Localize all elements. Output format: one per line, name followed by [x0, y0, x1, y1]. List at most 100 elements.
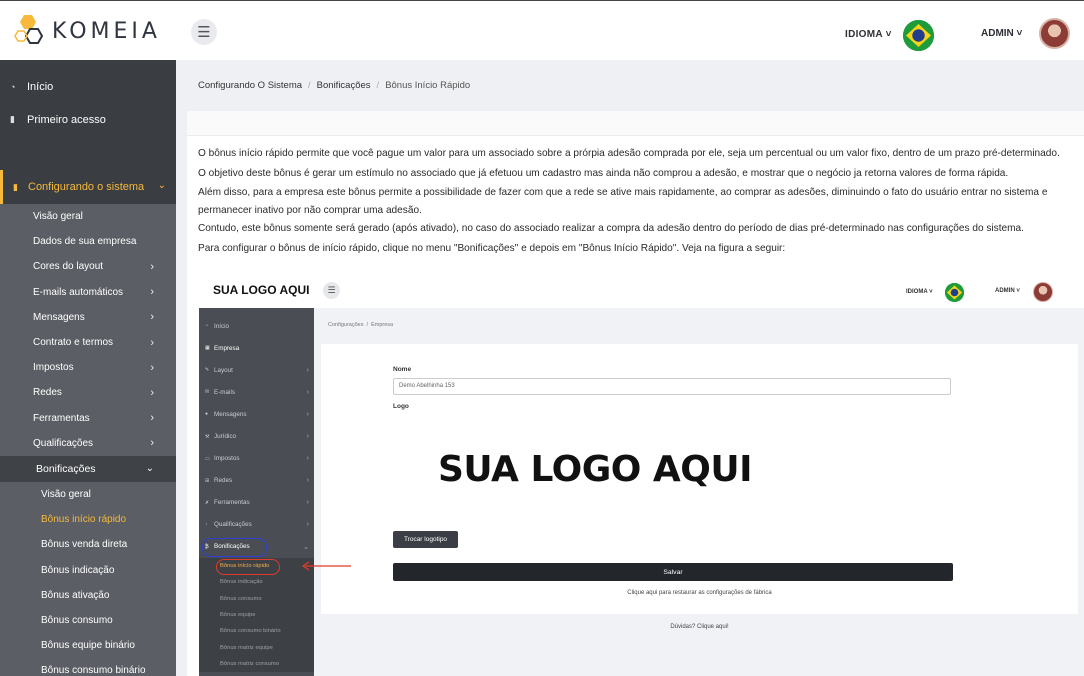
- hamburger-icon: ☰: [197, 24, 211, 41]
- sidebar-subitem-label: Qualificações: [33, 437, 94, 449]
- figure-sidebar-label: Jurídico: [214, 433, 237, 441]
- sidebar-subitem[interactable]: Redes ›: [0, 380, 176, 405]
- figure-company-form: Nome Demo Abelhinha 153 Logo SUA LOGO AQ…: [321, 344, 1078, 614]
- breadcrumb: Configurando O Sistema / Bonificações / …: [198, 80, 470, 91]
- breadcrumb-item[interactable]: Bonificações: [317, 80, 371, 91]
- chevron-right-icon: ›: [150, 437, 154, 450]
- sidebar-subitem[interactable]: Mensagens ›: [0, 305, 176, 330]
- hexagon-logo-icon: [14, 13, 48, 49]
- figure-nome-label: Nome: [393, 366, 412, 373]
- sidebar-item-primeiro-acesso[interactable]: ▮ Primeiro acesso: [0, 103, 176, 136]
- avatar[interactable]: [1039, 18, 1070, 49]
- sidebar-subitem-label: Dados de sua empresa: [33, 236, 137, 248]
- sidebar-subitem-label: Ferramentas: [33, 412, 90, 424]
- sidebar-subitem[interactable]: Bônus consumo binário: [0, 658, 176, 676]
- chevron-right-icon: ›: [150, 286, 154, 299]
- figure-breadcrumb: Configurações / Empresa: [328, 322, 394, 328]
- sidebar-subitem[interactable]: Dados de sua empresa: [0, 229, 176, 254]
- breadcrumb-separator: /: [308, 80, 311, 91]
- chevron-icon: ›: [306, 410, 309, 418]
- figure-sidebar-label: Redes: [214, 477, 233, 485]
- figure-avatar: [1033, 282, 1053, 302]
- sidebar-subitem-label: Contrato e termos: [33, 337, 114, 349]
- sidebar-bonificacoes-children: Visão geral Bônus início rápido Bônus vend…: [0, 482, 176, 676]
- sidebar-submenu: Visão geral Dados de sua empresa Cores do …: [0, 204, 176, 456]
- sidebar-subitem[interactable]: Ferramentas ›: [0, 406, 176, 431]
- chevron-right-icon: ›: [150, 412, 154, 425]
- menu-toggle-button[interactable]: ☰: [191, 19, 217, 45]
- book-icon: ▮: [13, 181, 18, 192]
- brush-icon: ✎: [205, 367, 210, 374]
- sidebar-subitem[interactable]: Contrato e termos ›: [0, 330, 176, 355]
- figure-sidebar-subitem: Bônus consumo: [220, 595, 262, 602]
- network-icon: ⊞: [205, 477, 210, 484]
- sidebar-item-bonificacoes[interactable]: Bonificações ⌄: [0, 455, 176, 482]
- figure-sidebar-item: ⚒ Jurídico ›: [199, 425, 314, 447]
- figure-sidebar-item: ◔ Início: [199, 315, 314, 337]
- chevron-right-icon: ›: [150, 386, 154, 399]
- sidebar-item-configurando-o-sistema[interactable]: ▮ Configurando o sistema ⌄: [0, 170, 176, 204]
- logo[interactable]: KOMEIA: [14, 13, 161, 49]
- chevron-icon: ⌄: [303, 543, 309, 551]
- chevron-down-icon: ⌄: [145, 463, 154, 475]
- sidebar-subitem[interactable]: Bônus ativação: [0, 583, 176, 608]
- chevron-icon: ›: [306, 388, 309, 396]
- admin-label: ADMIN: [981, 28, 1014, 39]
- figure-sidebar-subitem: Bônus indicação: [220, 579, 263, 586]
- figure-sidebar-label: Layout: [214, 366, 233, 374]
- sidebar-subitem[interactable]: Bônus equipe binário: [0, 633, 176, 658]
- figure-hamburger-icon: ☰: [323, 282, 340, 299]
- paragraph: O objetivo deste bônus é gerar um estímu…: [198, 168, 1009, 179]
- breadcrumb-bar: Configurando O Sistema / Bonificações / …: [176, 60, 1084, 110]
- sidebar-subitem[interactable]: Qualificações ›: [0, 431, 176, 456]
- chevron-down-icon: ˅: [882, 29, 892, 40]
- money-icon: ▭: [205, 455, 210, 462]
- logo-text: KOMEIA: [52, 18, 161, 44]
- sidebar-subitem[interactable]: Bônus consumo: [0, 608, 176, 633]
- sidebar-subitem-label: Cores do layout: [33, 261, 104, 273]
- chevron-icon: ›: [306, 455, 309, 463]
- panel-header: [187, 111, 1084, 136]
- chevron-down-icon: ⌄: [157, 180, 166, 191]
- figure-salvar-button: Salvar: [393, 563, 953, 581]
- building-icon: ▦: [205, 345, 210, 352]
- figure-sidebar-item: ▦ Empresa: [199, 337, 314, 359]
- sidebar-subitem[interactable]: Cores do layout ›: [0, 254, 176, 279]
- top-header: KOMEIA ☰ IDIOMA ˅ ADMIN ˅: [0, 0, 1084, 60]
- sidebar-subitem[interactable]: Bônus venda direta: [0, 532, 176, 557]
- figure-sidebar-label: Empresa: [214, 344, 240, 352]
- sidebar-subitem[interactable]: Bônus indicação: [0, 557, 176, 582]
- sidebar-subitem-active[interactable]: Bônus início rápido: [0, 507, 176, 532]
- envelope-icon: ✉: [205, 389, 210, 396]
- wrench-icon: ✗: [205, 499, 210, 506]
- figure-sidebar-label: Ferramentas: [214, 499, 250, 507]
- figure-sidebar-label: Qualificações: [214, 521, 252, 529]
- gavel-icon: ⚒: [205, 433, 210, 440]
- figure-sidebar-item: ↑ Qualificações ›: [199, 514, 314, 536]
- sidebar-item-inicio[interactable]: ◔ Início: [0, 70, 176, 103]
- sidebar-subitem[interactable]: Visão geral: [0, 482, 176, 507]
- breadcrumb-item[interactable]: Configurando O Sistema: [198, 80, 302, 91]
- sidebar-subitem-label: Mensagens: [33, 311, 85, 323]
- sidebar-subitem[interactable]: Impostos ›: [0, 355, 176, 380]
- book-icon: ▮: [10, 114, 15, 124]
- red-arrow-icon: [301, 561, 351, 571]
- language-label: IDIOMA: [845, 29, 883, 40]
- sidebar: ◔ Início ▮ Primeiro acesso ▮ Configurand…: [0, 60, 176, 676]
- chevron-right-icon: ›: [150, 311, 154, 324]
- sidebar-subitem[interactable]: E-mails automáticos ›: [0, 280, 176, 305]
- figure-logo-text: SUA LOGO AQUI: [213, 283, 310, 297]
- sidebar-subitem[interactable]: Visão geral: [0, 204, 176, 229]
- figure-sidebar-item: ✉ E-mails ›: [199, 381, 314, 403]
- figure-language-label: IDIOMA ˅: [906, 289, 933, 295]
- figure-sidebar-item: ✗ Ferramentas ›: [199, 492, 314, 514]
- user-menu-dropdown[interactable]: ADMIN ˅: [981, 28, 1022, 39]
- figure-sidebar-subitem: Bônus equipe: [220, 612, 256, 619]
- brazil-flag-icon[interactable]: [903, 20, 934, 51]
- figure-sidebar: ◔ Início ▦ Empresa ✎ Layout › ✉ E-mails › ● Mensage…: [199, 308, 314, 676]
- language-dropdown[interactable]: IDIOMA ˅: [845, 29, 892, 40]
- chevron-icon: ›: [306, 366, 309, 374]
- chevron-right-icon: ›: [150, 260, 154, 273]
- figure-admin-label: ADMIN ˅: [995, 288, 1020, 294]
- sidebar-subitem-label: Redes: [33, 387, 62, 399]
